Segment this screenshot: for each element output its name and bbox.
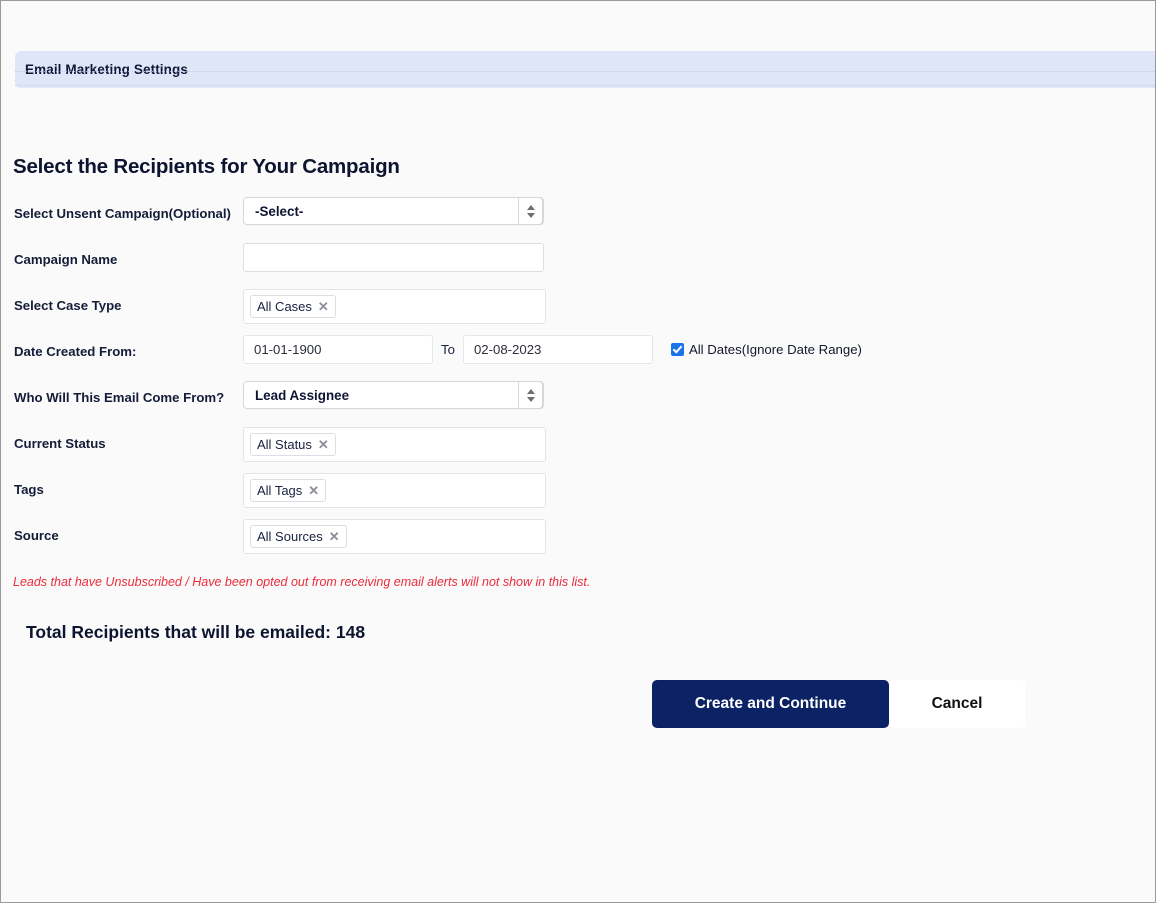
token-all-tags[interactable]: All Tags ✕ xyxy=(250,479,327,502)
label-current-status: Current Status xyxy=(14,436,106,451)
create-and-continue-button[interactable]: Create and Continue xyxy=(652,680,889,728)
unsubscribed-note: Leads that have Unsubscribed / Have been… xyxy=(13,575,591,589)
label-tags: Tags xyxy=(14,482,44,497)
row-sender: Who Will This Email Come From? Lead Assi… xyxy=(1,381,1155,427)
date-range-group: 01-01-1900 To 02-08-2023 All Dates(Ignor… xyxy=(243,335,1155,364)
campaign-name-input[interactable] xyxy=(243,243,544,272)
caret-down-icon xyxy=(526,396,535,402)
all-dates-label: All Dates(Ignore Date Range) xyxy=(688,342,862,357)
date-to-label: To xyxy=(441,342,455,357)
token-label: All Cases xyxy=(257,299,312,314)
row-date-created: Date Created From: 01-01-1900 To 02-08-2… xyxy=(1,335,1155,381)
field-date-created: 01-01-1900 To 02-08-2023 All Dates(Ignor… xyxy=(243,335,1155,364)
total-recipients: Total Recipients that will be emailed: 1… xyxy=(26,622,366,642)
caret-down-icon xyxy=(526,212,535,218)
header-title: Email Marketing Settings xyxy=(25,62,188,77)
date-from-input[interactable]: 01-01-1900 xyxy=(243,335,433,364)
field-tags: All Tags ✕ xyxy=(243,473,1155,508)
field-case-type: All Cases ✕ xyxy=(243,289,1155,324)
label-source: Source xyxy=(14,528,59,543)
field-campaign-name xyxy=(243,243,1155,272)
caret-up-icon xyxy=(526,204,535,210)
case-type-multiselect[interactable]: All Cases ✕ xyxy=(243,289,546,324)
token-all-cases[interactable]: All Cases ✕ xyxy=(250,295,336,318)
recipients-form: Select Unsent Campaign(Optional) -Select… xyxy=(1,197,1155,565)
sender-select[interactable]: Lead Assignee xyxy=(243,381,544,409)
token-label: All Tags xyxy=(257,483,303,498)
app-window: Email Marketing Settings Select the Reci… xyxy=(0,0,1156,903)
all-dates-group[interactable]: All Dates(Ignore Date Range) xyxy=(670,342,862,357)
field-sender: Lead Assignee xyxy=(243,381,1155,409)
close-icon[interactable]: ✕ xyxy=(329,530,340,543)
row-tags: Tags All Tags ✕ xyxy=(1,473,1155,519)
label-sender: Who Will This Email Come From? xyxy=(14,390,225,405)
label-case-type: Select Case Type xyxy=(14,298,122,313)
label-campaign-name: Campaign Name xyxy=(14,252,118,267)
unsent-campaign-select[interactable]: -Select- xyxy=(243,197,544,225)
token-all-status[interactable]: All Status ✕ xyxy=(250,433,336,456)
caret-up-icon xyxy=(526,388,535,394)
token-all-sources[interactable]: All Sources ✕ xyxy=(250,525,347,548)
row-source: Source All Sources ✕ xyxy=(1,519,1155,565)
email-marketing-settings-header: Email Marketing Settings xyxy=(15,51,1155,88)
row-case-type: Select Case Type All Cases ✕ xyxy=(1,289,1155,335)
unsent-campaign-value: -Select- xyxy=(255,203,304,219)
select-spinner-icon[interactable] xyxy=(518,381,543,409)
field-source: All Sources ✕ xyxy=(243,519,1155,554)
date-to-input[interactable]: 02-08-2023 xyxy=(462,335,653,364)
row-current-status: Current Status All Status ✕ xyxy=(1,427,1155,473)
field-current-status: All Status ✕ xyxy=(243,427,1155,462)
tags-multiselect[interactable]: All Tags ✕ xyxy=(243,473,546,508)
field-unsent-campaign: -Select- xyxy=(243,197,1155,225)
label-date-created: Date Created From: xyxy=(14,344,137,359)
cancel-button[interactable]: Cancel xyxy=(889,680,1025,728)
source-multiselect[interactable]: All Sources ✕ xyxy=(243,519,546,554)
page-title: Select the Recipients for Your Campaign xyxy=(13,155,400,178)
label-unsent-campaign: Select Unsent Campaign(Optional) xyxy=(14,206,231,221)
close-icon[interactable]: ✕ xyxy=(318,300,329,313)
sender-value: Lead Assignee xyxy=(255,387,350,403)
select-spinner-icon[interactable] xyxy=(518,197,543,225)
form-actions: Create and Continue Cancel xyxy=(652,680,1025,728)
band-dotted-line-bottom xyxy=(15,85,1155,87)
token-label: All Status xyxy=(257,437,312,452)
row-unsent-campaign: Select Unsent Campaign(Optional) -Select… xyxy=(1,197,1155,243)
token-label: All Sources xyxy=(257,529,323,544)
all-dates-checkbox[interactable] xyxy=(670,343,684,356)
close-icon[interactable]: ✕ xyxy=(308,484,319,497)
current-status-multiselect[interactable]: All Status ✕ xyxy=(243,427,546,462)
close-icon[interactable]: ✕ xyxy=(318,438,329,451)
row-campaign-name: Campaign Name xyxy=(1,243,1155,289)
